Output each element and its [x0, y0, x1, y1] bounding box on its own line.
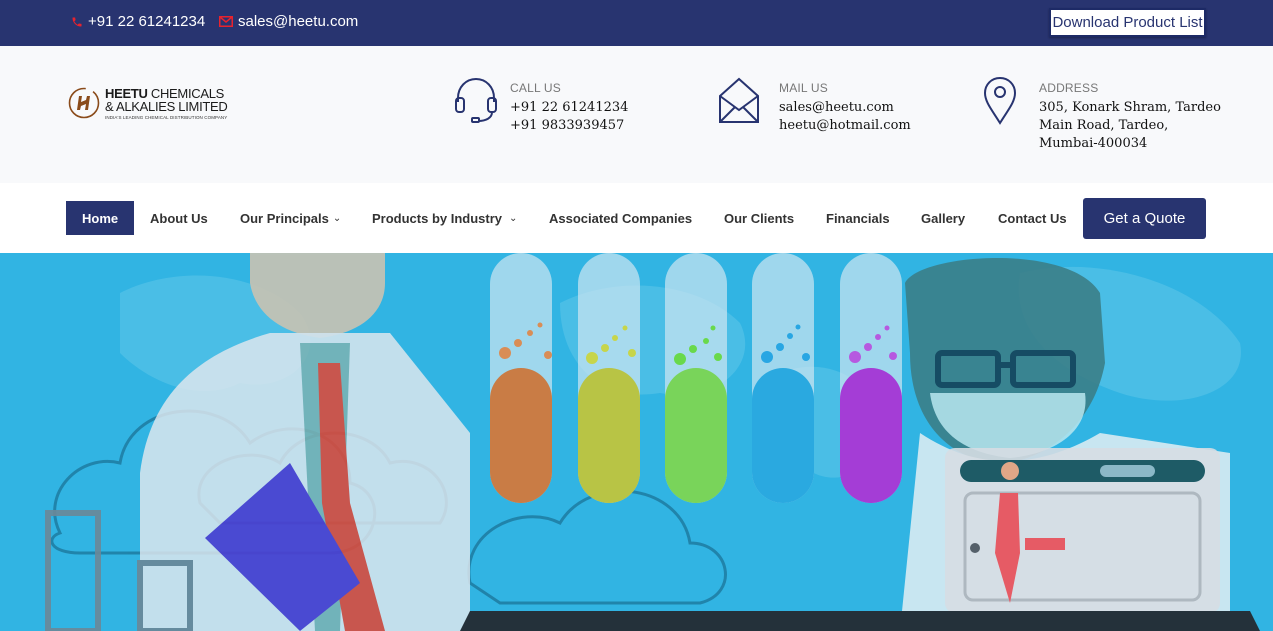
nav-associated-companies[interactable]: Associated Companies	[549, 201, 692, 235]
hero-lab-illustration	[45, 253, 1260, 631]
mail-open-icon	[719, 77, 759, 123]
call-us-phone-2[interactable]: +91 9833939457	[510, 117, 624, 135]
topbar-email-text: sales@heetu.com	[238, 13, 359, 30]
logo-tagline: INDIA'S LEADING CHEMICAL DISTRIBUTION CO…	[105, 114, 228, 120]
headset-icon	[455, 77, 497, 123]
mail-us-label: MAIL US	[779, 81, 828, 95]
mail-us-email-1[interactable]: sales@heetu.com	[779, 99, 894, 117]
nav-contact-us[interactable]: Contact Us	[998, 201, 1067, 235]
logo-name-line1: HEETU CHEMICALS	[105, 85, 225, 101]
company-logo[interactable]: HEETU CHEMICALS & ALKALIES LIMITED INDIA…	[67, 83, 229, 123]
mail-us-email-2[interactable]: heetu@hotmail.com	[779, 117, 911, 135]
nav-products-by-industry[interactable]: Products by Industry ⌄	[372, 201, 517, 235]
main-navigation: Home About Us Our Principals ⌄ Products b…	[0, 183, 1273, 253]
chevron-down-icon: ⌄	[332, 212, 342, 224]
chevron-down-icon: ⌄	[509, 212, 518, 224]
call-us-label: CALL US	[510, 81, 561, 95]
address-line-3: Mumbai-400034	[1039, 136, 1148, 151]
nav-home[interactable]: Home	[66, 201, 135, 235]
get-a-quote-button[interactable]: Get a Quote	[1083, 198, 1206, 239]
download-product-list-button[interactable]: Download Product List	[1049, 8, 1206, 37]
topbar-phone-text: +91 22 61241234	[88, 13, 206, 30]
topbar-phone-link[interactable]: +91 22 61241234	[71, 13, 205, 30]
logo-mark-icon	[68, 87, 100, 119]
nav-our-principals[interactable]: Our Principals ⌄	[240, 201, 341, 235]
map-pin-icon	[983, 76, 1017, 125]
topbar-email-link[interactable]: sales@heetu.com	[219, 13, 358, 30]
nav-gallery[interactable]: Gallery	[921, 201, 965, 235]
nav-about-us[interactable]: About Us	[150, 201, 208, 235]
address-label: ADDRESS	[1039, 81, 1099, 95]
nav-financials[interactable]: Financials	[826, 201, 890, 235]
logo-name-line2: & ALKALIES LIMITED	[105, 98, 228, 114]
phone-icon	[72, 17, 82, 26]
address-line-1: 305, Konark Shram, Tardeo	[1039, 100, 1221, 115]
call-us-phone-1[interactable]: +91 22 61241234	[510, 99, 628, 117]
top-bar: +91 22 61241234 sales@heetu.com Download…	[0, 0, 1273, 46]
envelope-icon	[219, 16, 233, 27]
nav-our-clients[interactable]: Our Clients	[724, 201, 794, 235]
address-line-2: Main Road, Tardeo,	[1039, 118, 1169, 133]
hero-banner	[0, 253, 1273, 631]
